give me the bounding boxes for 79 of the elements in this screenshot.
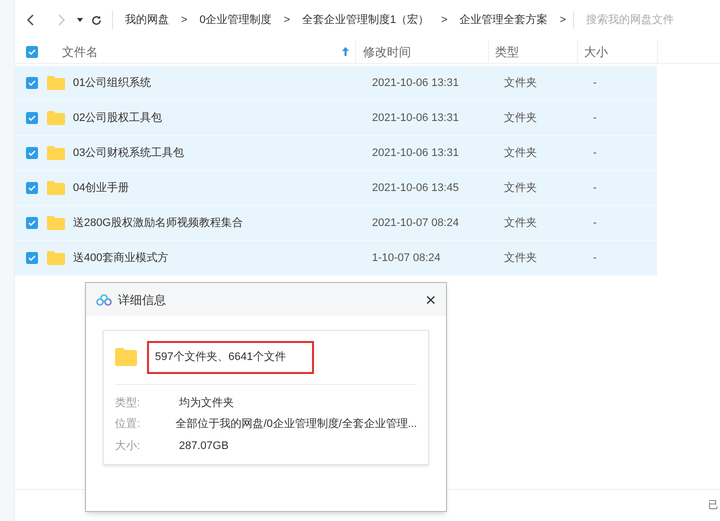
file-row[interactable]: 03公司财税系统工具包 2021-10-06 13:31 文件夹 - [15,136,657,171]
file-row[interactable]: 04创业手册 2021-10-06 13:45 文件夹 - [15,171,657,206]
file-type: 文件夹 [503,110,538,126]
checkmark-icon [28,80,36,86]
dialog-title: 详细信息 [118,292,166,308]
close-button[interactable]: × [423,290,438,308]
search-field[interactable]: 搜索我的网盘文件 [586,12,706,28]
file-size: - [592,146,598,161]
modified-time: 2021-10-07 08:24 [371,216,460,231]
file-row[interactable]: 送280G股权激励名师视频教程集合 2021-10-07 08:24 文件夹 - [15,206,657,241]
modified-time: 2021-10-06 13:31 [371,76,460,91]
folder-icon [115,348,137,366]
detail-value: 全部位于我的网盘/0企业管理制度/全套企业管理... [176,416,417,432]
row-checkbox[interactable] [26,217,38,229]
file-type: 文件夹 [503,250,538,266]
file-name: 02公司股权工具包 [73,110,164,126]
file-row[interactable]: 02公司股权工具包 2021-10-06 13:31 文件夹 - [15,101,657,136]
checkmark-icon [28,150,36,156]
folder-icon [47,146,65,160]
file-type: 文件夹 [503,180,538,196]
refresh-icon[interactable] [91,14,102,26]
dropdown-icon[interactable] [77,18,83,22]
summary-text: 597个文件夹、6641个文件 [147,341,314,374]
modified-time: 2021-10-06 13:31 [371,110,460,126]
breadcrumb-separator: > [284,12,290,28]
column-header[interactable]: 类型 [489,40,578,63]
select-all-checkbox[interactable] [26,46,38,58]
breadcrumb-separator: > [441,12,448,28]
breadcrumb-link[interactable]: 我的网盘 [125,12,169,28]
checkmark-icon [28,255,36,261]
file-size: - [592,180,598,196]
detail-label: 类型: [115,396,142,410]
folder-icon [47,76,65,90]
modified-time: 1-10-07 08:24 [371,250,442,266]
checkmark-icon [28,220,36,226]
folder-icon [47,181,65,195]
sort-arrow-icon[interactable] [342,47,349,56]
file-size: - [592,250,598,266]
detail-label: 大小: [115,438,142,454]
row-checkbox[interactable] [26,252,38,264]
cloud-logo-icon [96,294,112,306]
breadcrumb-link[interactable]: 企业管理全套方案 [460,12,548,28]
row-checkbox[interactable] [26,182,38,194]
detail-value: 均为文件夹 [179,396,234,410]
file-name: 04创业手册 [73,180,130,196]
file-name: 送400套商业模式方 [73,250,170,266]
file-row[interactable]: 01公司组织系统 2021-10-06 13:31 文件夹 - [15,66,657,101]
breadcrumb-link[interactable]: 0企业管理制度 [199,12,272,28]
detail-value: 287.07GB [179,438,229,454]
file-size: - [592,110,598,126]
folder-icon [47,216,65,230]
status-text: 已 [708,499,718,513]
folder-icon [47,111,65,125]
file-type: 文件夹 [503,216,538,231]
row-checkbox[interactable] [26,112,38,124]
file-name: 01公司组织系统 [73,76,152,91]
checkmark-icon [28,115,36,121]
column-header[interactable]: 大小 [578,40,658,63]
checkmark-icon [28,48,36,54]
file-size: - [592,216,598,231]
file-type: 文件夹 [503,146,538,161]
file-size: - [592,76,598,91]
modified-time: 2021-10-06 13:45 [371,180,460,196]
file-name: 03公司财税系统工具包 [73,146,186,161]
breadcrumb-separator: > [181,12,188,28]
breadcrumb-link[interactable]: 全套企业管理制度1（宏） [302,12,430,28]
file-row[interactable]: 送400套商业模式方 1-10-07 08:24 文件夹 - [15,241,657,276]
detail-label: 位置: [115,417,142,432]
row-checkbox[interactable] [26,77,38,89]
row-checkbox[interactable] [26,147,38,159]
file-type: 文件夹 [503,76,538,91]
file-name: 送280G股权激励名师视频教程集合 [73,216,244,231]
breadcrumb-separator: > [560,12,566,28]
checkmark-icon [28,185,36,191]
column-header[interactable]: 修改时间 [356,40,489,63]
forward-icon[interactable] [57,14,65,26]
column-header[interactable]: 文件名 [62,42,98,60]
folder-icon [47,251,65,265]
modified-time: 2021-10-06 13:31 [371,146,460,161]
